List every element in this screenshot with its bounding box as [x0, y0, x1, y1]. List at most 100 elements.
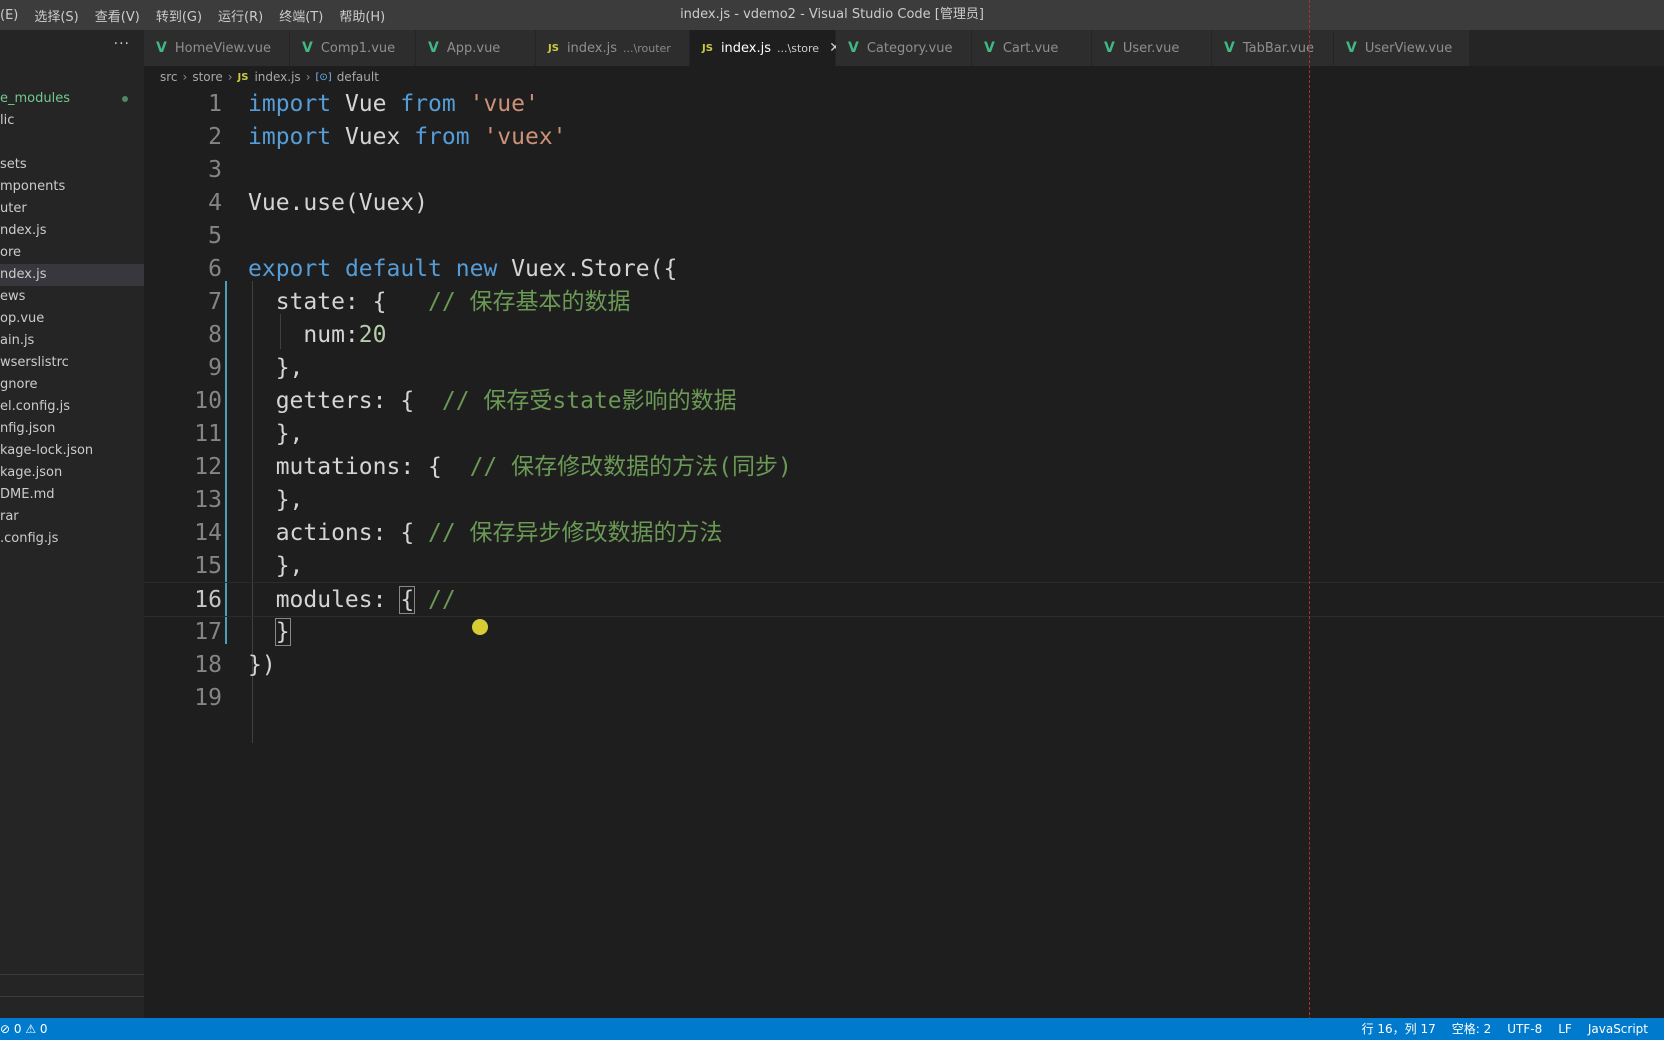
sidebar-divider [0, 974, 144, 975]
code-line[interactable]: 8 num:20 [144, 318, 1664, 353]
menu-item[interactable]: 终端(T) [271, 6, 331, 25]
tree-item[interactable]: DME.md [0, 484, 144, 506]
tree-item[interactable]: e_modules [0, 88, 144, 110]
code-text: num:20 [248, 318, 386, 353]
tree-item[interactable]: ews [0, 286, 144, 308]
tree-item[interactable]: op.vue [0, 308, 144, 330]
explorer-sidebar: ··· e_moduleslic sets mponents uter ndex.js o… [0, 30, 144, 1018]
tree-item[interactable]: el.config.js [0, 396, 144, 418]
code-line[interactable]: 11 }, [144, 417, 1664, 452]
code-line[interactable]: 17 } [144, 615, 1664, 650]
code-line[interactable]: 5 [144, 219, 1664, 254]
tree-item[interactable]: ore [0, 242, 144, 264]
tab-label: TabBar.vue [1242, 40, 1314, 56]
language-mode[interactable]: JavaScript [1588, 1018, 1648, 1040]
more-actions-icon[interactable]: ··· [114, 36, 130, 52]
editor-tab[interactable]: V TabBar.vue [1212, 30, 1334, 66]
tree-item-label: uter [0, 201, 27, 216]
line-number: 18 [194, 652, 222, 678]
tree-item-label: lic [0, 113, 15, 128]
tree-item[interactable]: kage-lock.json [0, 440, 144, 462]
code-line[interactable]: 18}) [144, 648, 1664, 683]
tree-item[interactable]: mponents [0, 176, 144, 198]
vue-icon: V [984, 40, 995, 56]
tree-item[interactable]: ndex.js [0, 264, 144, 286]
code-line[interactable]: 1 import Vue from 'vue' [144, 87, 1664, 122]
tree-item-label: .config.js [0, 531, 59, 546]
editor-ruler [1309, 0, 1310, 1040]
code-editor[interactable]: 1 import Vue from 'vue' 2 import Vuex from … [144, 88, 1664, 1018]
code-line[interactable]: 3 [144, 153, 1664, 188]
code-line[interactable]: 7 state: { // 保存基本的数据 [144, 285, 1664, 320]
tree-item-label: nfig.json [0, 421, 56, 436]
cursor-position[interactable]: 行 16，列 17 [1362, 1018, 1436, 1040]
tree-item[interactable]: lic [0, 110, 144, 132]
editor-tabs: V HomeView.vue V Comp1.vue V App.vue JS index.j… [144, 30, 1664, 66]
code-token: 'vuex' [483, 124, 567, 150]
line-number: 9 [208, 355, 222, 381]
breadcrumb-item-src[interactable]: src [160, 70, 178, 84]
tree-item[interactable]: sets [0, 154, 144, 176]
code-token: state: { [248, 289, 429, 315]
code-line[interactable]: 9 }, [144, 351, 1664, 386]
vue-icon: V [1104, 40, 1115, 56]
editor-tab[interactable]: V App.vue [416, 30, 536, 66]
code-line[interactable]: 10 getters: { // 保存受state影响的数据 [144, 384, 1664, 419]
problems-indicator[interactable]: ⊘ 0 ⚠ 0 [0, 1018, 48, 1040]
tab-label: UserView.vue [1364, 40, 1453, 56]
code-line[interactable]: 14 actions: { // 保存异步修改数据的方法 [144, 516, 1664, 551]
tree-item[interactable]: rar [0, 506, 144, 528]
editor-tab[interactable]: V HomeView.vue [144, 30, 290, 66]
menu-item[interactable]: 转到(G) [148, 6, 210, 25]
breadcrumb: src › store › JS index.js › [⊙] default [160, 66, 379, 88]
tree-item[interactable]: kage.json [0, 462, 144, 484]
code-line[interactable]: 19 [144, 681, 1664, 716]
js-icon: JS [548, 42, 559, 54]
breadcrumb-item-store[interactable]: store [192, 70, 222, 84]
code-token: import [248, 124, 332, 150]
line-number: 6 [208, 256, 222, 282]
tree-item[interactable] [0, 132, 144, 154]
menu-item[interactable]: 选择(S) [26, 6, 86, 25]
line-number: 3 [208, 157, 222, 183]
editor-tab[interactable]: V Comp1.vue [290, 30, 416, 66]
code-text: mutations: { // 保存修改数据的方法(同步) [248, 450, 792, 485]
code-line[interactable]: 4 Vue.use(Vuex) [144, 186, 1664, 221]
code-line[interactable]: 6 export default new Vuex.Store({ [144, 252, 1664, 287]
editor-tab[interactable]: V Cart.vue [972, 30, 1092, 66]
editor-tab[interactable]: V User.vue [1092, 30, 1212, 66]
tree-item[interactable]: gnore [0, 374, 144, 396]
file-tree: e_moduleslic sets mponents uter ndex.js ore nd… [0, 88, 144, 550]
code-line[interactable]: 12 mutations: { // 保存修改数据的方法(同步) [144, 450, 1664, 485]
tree-item[interactable]: .config.js [0, 528, 144, 550]
encoding-setting[interactable]: UTF-8 [1507, 1018, 1542, 1040]
tree-item[interactable]: wserslistrc [0, 352, 144, 374]
tree-item-label: ore [0, 245, 22, 260]
code-line[interactable]: 16 modules: { // [144, 582, 1664, 617]
tree-item[interactable]: uter [0, 198, 144, 220]
editor-tab[interactable]: V Category.vue [836, 30, 972, 66]
editor-tab[interactable]: JS index.js ...\router [536, 30, 690, 66]
line-ending-setting[interactable]: LF [1558, 1018, 1572, 1040]
tree-item[interactable]: nfig.json [0, 418, 144, 440]
breadcrumb-item-file[interactable]: index.js [254, 70, 300, 84]
menu-item[interactable]: 帮助(H) [331, 6, 393, 25]
menu-item[interactable]: 查看(V) [87, 6, 148, 25]
tree-item[interactable]: ndex.js [0, 220, 144, 242]
editor-tab[interactable]: JS index.js ...\store ✕ [690, 30, 841, 66]
editor-tab[interactable]: V UserView.vue [1334, 30, 1470, 66]
code-token: { [399, 586, 416, 614]
tab-label: User.vue [1122, 40, 1180, 56]
tree-item[interactable]: ain.js [0, 330, 144, 352]
status-bar: ⊘ 0 ⚠ 0 行 16，列 17 空格: 2 UTF-8 LF JavaScr… [0, 1018, 1664, 1040]
menu-item[interactable]: (E) [0, 8, 26, 23]
code-line[interactable]: 15 }, [144, 549, 1664, 584]
indentation-setting[interactable]: 空格: 2 [1452, 1018, 1492, 1040]
code-line[interactable]: 13 }, [144, 483, 1664, 518]
code-token: import [248, 91, 332, 117]
breadcrumb-item-symbol[interactable]: default [337, 70, 379, 84]
menu-item[interactable]: 运行(R) [210, 6, 271, 25]
code-line[interactable]: 2 import Vuex from 'vuex' [144, 120, 1664, 155]
